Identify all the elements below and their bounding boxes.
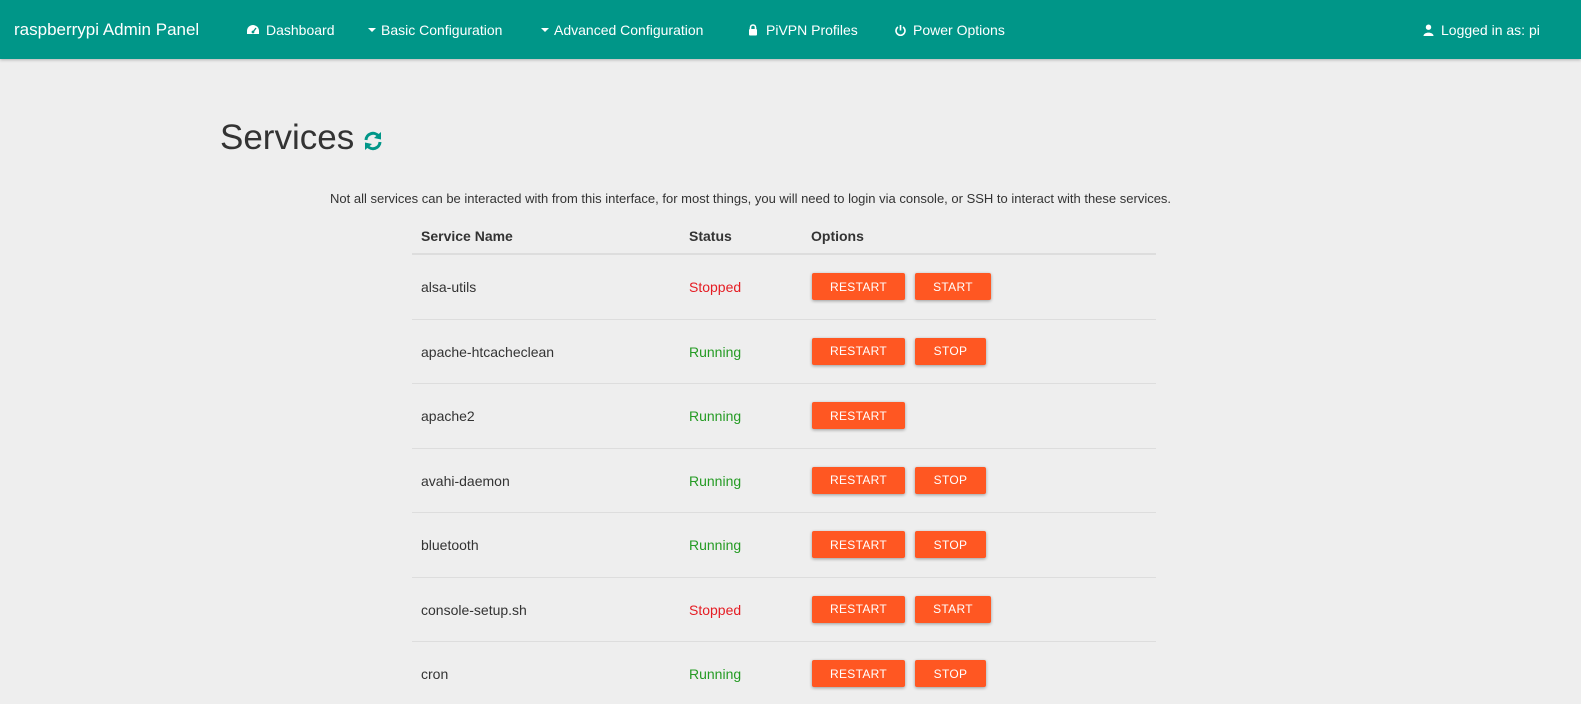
header-service-name: Service Name	[421, 228, 513, 244]
caret-down-icon	[368, 28, 376, 32]
table-row: alsa-utils Stopped RESTART START	[412, 255, 1156, 320]
table-row: bluetooth Running RESTART STOP	[412, 513, 1156, 578]
service-status: Running	[689, 472, 742, 489]
header-status: Status	[689, 228, 732, 244]
page-title: Services	[220, 118, 355, 157]
refresh-icon[interactable]	[362, 130, 384, 152]
table-header: Service Name Status Options	[412, 220, 1156, 255]
service-name: cron	[421, 666, 449, 682]
restart-button[interactable]: RESTART	[812, 466, 905, 494]
nav-dashboard-label: Dashboard	[266, 22, 335, 38]
service-name: console-setup.sh	[421, 601, 527, 618]
nav-pivpn-profiles[interactable]: PiVPN Profiles	[746, 21, 858, 39]
service-name: apache2	[421, 408, 475, 424]
user-icon	[1421, 23, 1435, 37]
nav-advanced-configuration[interactable]: Advanced Configuration	[541, 21, 703, 39]
services-table: Service Name Status Options alsa-utils St…	[412, 220, 1156, 704]
restart-button[interactable]: RESTART	[812, 595, 905, 623]
nav-pivpn-profiles-label: PiVPN Profiles	[766, 22, 858, 38]
page-title-container: Services	[220, 118, 384, 158]
restart-button[interactable]: RESTART	[812, 660, 905, 687]
nav-power-options[interactable]: Power Options	[893, 21, 1005, 39]
services-intro-text: Not all services can be interacted with …	[330, 191, 1172, 206]
nav-basic-configuration-label: Basic Configuration	[381, 22, 503, 38]
nav-advanced-configuration-label: Advanced Configuration	[554, 22, 704, 38]
lock-icon	[746, 23, 760, 37]
table-row: apache2 Running RESTART	[412, 384, 1156, 449]
restart-button[interactable]: RESTART	[812, 273, 905, 300]
brand-title[interactable]: raspberrypi Admin Panel	[14, 20, 199, 40]
service-status: Running	[689, 343, 742, 360]
service-status: Stopped	[689, 601, 742, 618]
start-button[interactable]: START	[915, 595, 991, 623]
service-name: apache-htcacheclean	[421, 343, 555, 360]
table-row: apache-htcacheclean Running RESTART STOP	[412, 320, 1156, 384]
nav-logged-in-user[interactable]: Logged in as: pi	[1421, 21, 1540, 39]
power-icon	[893, 23, 907, 37]
nav-dashboard[interactable]: Dashboard	[246, 21, 335, 39]
stop-button[interactable]: STOP	[915, 531, 986, 558]
service-status: Running	[689, 408, 742, 424]
service-status: Running	[689, 537, 742, 553]
header-options: Options	[811, 228, 864, 244]
service-name: bluetooth	[421, 537, 479, 553]
nav-user-label: Logged in as: pi	[1441, 22, 1540, 38]
stop-button[interactable]: STOP	[915, 337, 986, 365]
restart-button[interactable]: RESTART	[812, 531, 905, 558]
stop-button[interactable]: STOP	[915, 660, 986, 687]
service-name: avahi-daemon	[421, 472, 510, 489]
restart-button[interactable]: RESTART	[812, 402, 905, 429]
table-row: console-setup.sh Stopped RESTART START	[412, 578, 1156, 642]
top-navbar: raspberrypi Admin Panel Dashboard Basic …	[0, 0, 1581, 59]
table-row: cron Running RESTART STOP	[412, 642, 1156, 704]
nav-power-options-label: Power Options	[913, 22, 1005, 38]
dashboard-icon	[246, 23, 260, 37]
restart-button[interactable]: RESTART	[812, 337, 905, 365]
nav-basic-configuration[interactable]: Basic Configuration	[368, 21, 502, 39]
caret-down-icon	[541, 28, 549, 32]
table-row: avahi-daemon Running RESTART STOP	[412, 449, 1156, 513]
stop-button[interactable]: STOP	[915, 466, 986, 494]
service-status: Running	[689, 666, 742, 682]
start-button[interactable]: START	[915, 273, 991, 300]
service-status: Stopped	[689, 279, 742, 295]
service-name: alsa-utils	[421, 279, 477, 295]
table-body: alsa-utils Stopped RESTART START apache-htca…	[412, 255, 1156, 704]
